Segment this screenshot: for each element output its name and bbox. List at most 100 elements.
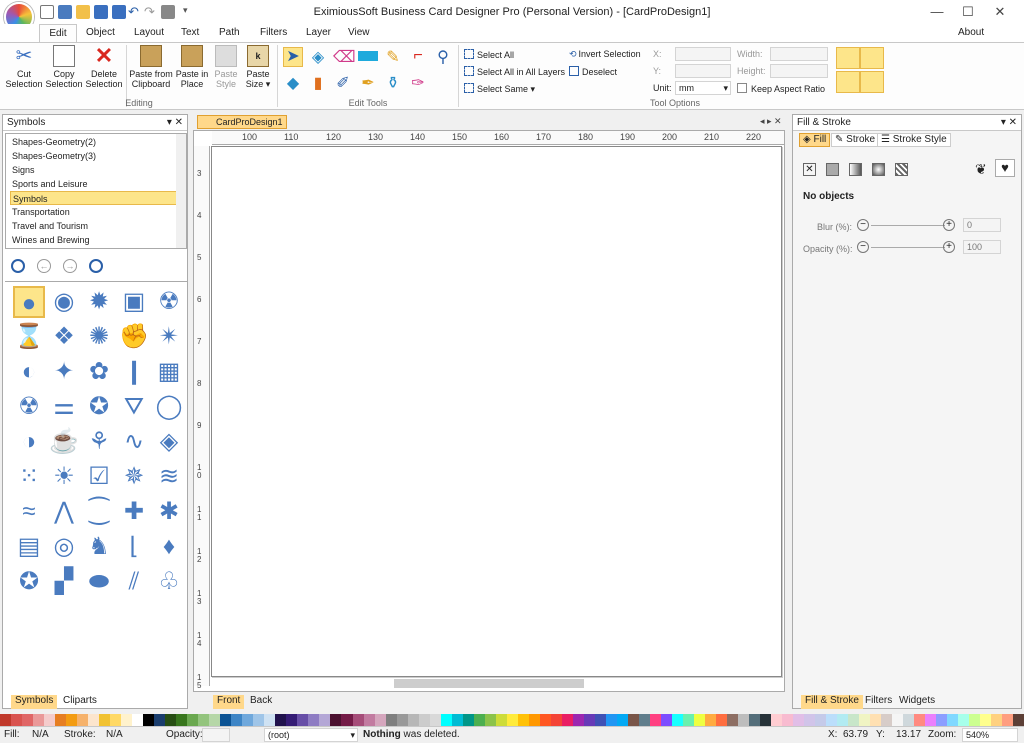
palette-swatch[interactable] [385, 714, 397, 726]
tab-stroke[interactable]: ✎ Stroke [831, 133, 880, 147]
palette-swatch[interactable] [286, 714, 298, 726]
invert-selection-button[interactable]: ⟲ Invert Selection [569, 49, 641, 60]
palette-swatch[interactable] [705, 714, 717, 726]
palette-swatch[interactable] [958, 714, 970, 726]
palette-swatch[interactable] [738, 714, 750, 726]
blur-input[interactable]: 0 [963, 218, 1001, 232]
palette-swatch[interactable] [925, 714, 937, 726]
palette-swatch[interactable] [220, 714, 232, 726]
rectangle-tool-icon[interactable] [358, 51, 378, 61]
blur-increase-icon[interactable]: + [943, 219, 955, 231]
symbol-item-icon[interactable]: ◑ [13, 426, 45, 458]
palette-swatch[interactable] [682, 714, 694, 726]
opacity-status-input[interactable] [202, 728, 230, 742]
palette-swatch[interactable] [242, 714, 254, 726]
close-icon[interactable]: ▾ ✕ [167, 115, 183, 131]
symbol-item-icon[interactable]: ⬬ [83, 566, 115, 598]
palette-swatch[interactable] [826, 714, 838, 726]
palette-swatch[interactable] [451, 714, 463, 726]
category-list[interactable]: Shapes-Geometry(2) Shapes-Geometry(3) Si… [5, 133, 187, 249]
align-top-right-icon[interactable] [860, 47, 884, 69]
tab-path[interactable]: Path [219, 27, 240, 38]
palette-swatch[interactable] [727, 714, 739, 726]
opacity-increase-icon[interactable]: + [943, 241, 955, 253]
gradient-tool-icon[interactable]: ⚱ [383, 73, 403, 93]
spray-tool-icon[interactable]: ▮ [308, 73, 328, 93]
palette-swatch[interactable] [198, 714, 210, 726]
palette-swatch[interactable] [892, 714, 904, 726]
tab-nav-icons[interactable]: ◂ ▸ ✕ [760, 116, 782, 127]
palette-swatch[interactable] [760, 714, 772, 726]
tab-cliparts[interactable]: Cliparts [59, 695, 101, 709]
palette-swatch[interactable] [649, 714, 661, 726]
palette-swatch[interactable] [793, 714, 805, 726]
palette-swatch[interactable] [671, 714, 683, 726]
symbol-item-icon[interactable]: ✪ [83, 391, 115, 423]
palette-swatch[interactable] [969, 714, 981, 726]
category-item[interactable]: Wines and Brewing [10, 233, 178, 247]
category-item[interactable]: Shapes-Geometry(3) [10, 149, 178, 163]
palette-swatch[interactable] [693, 714, 705, 726]
palette-swatch[interactable] [660, 714, 672, 726]
palette-swatch[interactable] [550, 714, 562, 726]
close-button[interactable]: ✕ [990, 4, 1010, 20]
tab-filters[interactable]: Filters [861, 695, 896, 709]
selector-tool-icon[interactable]: ➤ [283, 47, 303, 67]
palette-swatch[interactable] [605, 714, 617, 726]
fill-bucket-icon[interactable]: ◆ [283, 73, 303, 93]
symbol-item-icon[interactable]: ☑ [83, 461, 115, 493]
palette-swatch[interactable] [539, 714, 551, 726]
tab-front[interactable]: Front [213, 695, 245, 709]
palette-swatch[interactable] [297, 714, 309, 726]
symbol-item-icon[interactable]: ☢ [13, 391, 45, 423]
copy-selection-button[interactable]: Copy Selection [44, 45, 84, 89]
palette-swatch[interactable] [275, 714, 287, 726]
palette-swatch[interactable] [583, 714, 595, 726]
symbol-item-icon[interactable]: ⋀ [48, 496, 80, 528]
palette-swatch[interactable] [881, 714, 893, 726]
palette-swatch[interactable] [154, 714, 166, 726]
about-link[interactable]: About [958, 27, 984, 38]
symbol-item-icon[interactable]: ☢ [153, 286, 185, 318]
symbol-item-icon[interactable]: ✚ [118, 496, 150, 528]
palette-swatch[interactable] [33, 714, 45, 726]
palette-swatch[interactable] [947, 714, 959, 726]
save-icon[interactable] [94, 5, 108, 19]
symbol-item-icon[interactable]: ✊ [118, 321, 150, 353]
symbol-item-icon[interactable]: ∿ [118, 426, 150, 458]
palette-swatch[interactable] [44, 714, 56, 726]
palette-swatch[interactable] [572, 714, 584, 726]
palette-swatch[interactable] [308, 714, 320, 726]
print-icon[interactable] [161, 5, 175, 19]
symbol-item-icon[interactable]: ♞ [83, 531, 115, 563]
delete-selection-button[interactable]: ✕ Delete Selection [84, 45, 124, 90]
palette-swatch[interactable] [936, 714, 948, 726]
horizontal-scrollbar-thumb[interactable] [394, 679, 584, 688]
palette-swatch[interactable] [561, 714, 573, 726]
palette-swatch[interactable] [121, 714, 133, 726]
symbol-item-icon[interactable]: ◈ [153, 426, 185, 458]
palette-swatch[interactable] [771, 714, 783, 726]
symbol-item-icon[interactable]: ▤ [13, 531, 45, 563]
zoom-input[interactable]: 540% [962, 728, 1018, 742]
palette-swatch[interactable] [363, 714, 375, 726]
tab-fill-stroke[interactable]: Fill & Stroke [801, 695, 863, 709]
palette-swatch[interactable] [980, 714, 992, 726]
paste-size-button[interactable]: k Paste Size ▾ [243, 45, 273, 89]
palette-swatch[interactable] [209, 714, 221, 726]
symbol-item-icon[interactable]: ▦ [153, 356, 185, 388]
select-all-button[interactable]: Select All [464, 49, 514, 60]
align-bottom-left-icon[interactable] [836, 71, 860, 93]
palette-swatch[interactable] [330, 714, 342, 726]
symbol-item-icon[interactable]: ◐ [13, 356, 45, 388]
palette-swatch[interactable] [914, 714, 926, 726]
palette-swatch[interactable] [418, 714, 430, 726]
first-page-icon[interactable] [11, 259, 25, 273]
tab-layout[interactable]: Layout [134, 27, 164, 38]
tab-fill[interactable]: ◈ Fill [799, 133, 831, 147]
last-page-icon[interactable] [89, 259, 103, 273]
palette-swatch[interactable] [495, 714, 507, 726]
symbol-item-icon[interactable]: ⌛ [13, 321, 45, 353]
palette-swatch[interactable] [506, 714, 518, 726]
quick-access-dropdown-icon[interactable]: ▾ [183, 5, 188, 16]
